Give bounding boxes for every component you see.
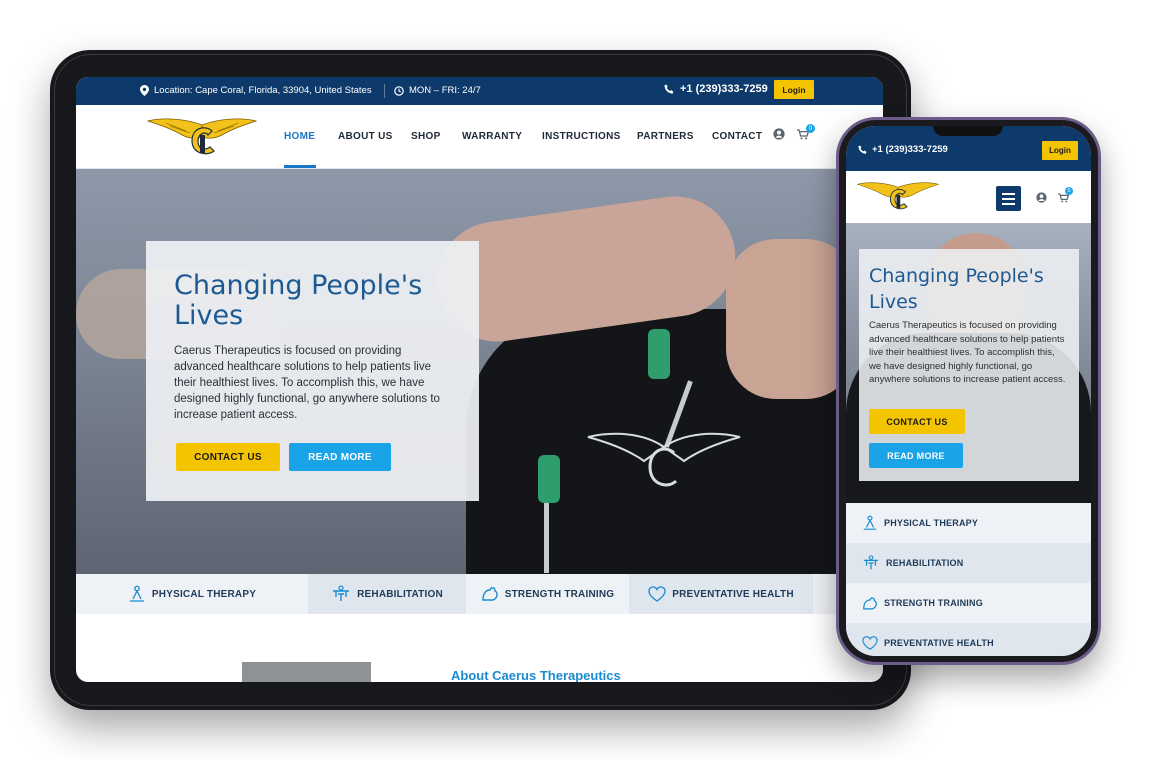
location-text: Location: Cape Coral, Florida, 33904, Un… xyxy=(154,85,372,96)
nav-partners[interactable]: PARTNERS xyxy=(637,131,694,142)
hours-text: MON – FRI: 24/7 xyxy=(409,85,481,96)
nav-active-indicator xyxy=(284,165,316,168)
user-icon[interactable] xyxy=(773,128,785,140)
contact-us-button[interactable]: CONTACT US xyxy=(869,409,965,434)
service-physical-therapy[interactable]: PHYSICAL THERAPY xyxy=(76,574,308,614)
read-more-button[interactable]: READ MORE xyxy=(289,443,391,471)
main-navbar: HOME ABOUT US SHOP WARRANTY INSTRUCTIONS… xyxy=(76,105,883,169)
service-rehabilitation[interactable]: REHABILITATION xyxy=(846,543,1091,583)
caerus-logo[interactable] xyxy=(856,181,940,213)
rehabilitation-icon xyxy=(863,555,879,570)
service-label: REHABILITATION xyxy=(886,558,964,568)
hero-photo-band xyxy=(648,329,670,379)
nav-warranty[interactable]: WARRANTY xyxy=(462,131,522,142)
service-label: STRENGTH TRAINING xyxy=(504,588,615,600)
user-icon[interactable] xyxy=(1036,192,1047,203)
service-preventative-health[interactable]: PREVENTATIVE HEALTH xyxy=(629,574,813,614)
top-info-bar: Location: Cape Coral, Florida, 33904, Un… xyxy=(76,77,883,105)
caerus-logo[interactable] xyxy=(146,117,258,159)
hours-info: MON – FRI: 24/7 xyxy=(394,85,481,96)
phone-notch xyxy=(933,126,1003,136)
contact-us-button[interactable]: CONTACT US xyxy=(176,443,280,471)
service-rehabilitation[interactable]: REHABILITATION xyxy=(308,574,466,614)
services-strip: PHYSICAL THERAPY REHABILITATION STRENGTH… xyxy=(76,574,883,614)
clock-icon xyxy=(394,85,404,96)
tablet-device: Location: Cape Coral, Florida, 33904, Un… xyxy=(50,50,911,710)
service-label: PHYSICAL THERAPY xyxy=(884,518,979,528)
service-label: REHABILITATION xyxy=(357,588,443,600)
service-physical-therapy[interactable]: PHYSICAL THERAPY xyxy=(846,503,1091,543)
login-button[interactable]: Login xyxy=(774,80,814,99)
service-preventative-health[interactable]: PREVENTATIVE HEALTH xyxy=(846,623,1091,656)
strength-training-icon xyxy=(863,596,877,609)
menu-icon[interactable] xyxy=(996,186,1021,211)
nav-home[interactable]: HOME xyxy=(284,131,315,142)
hero-section: Changing People's Lives Caerus Therapeut… xyxy=(76,169,883,574)
device-mockup-stage: Location: Cape Coral, Florida, 33904, Un… xyxy=(0,0,1150,759)
phone-icon xyxy=(664,84,674,94)
tablet-screen: Location: Cape Coral, Florida, 33904, Un… xyxy=(76,77,883,682)
service-strength-training[interactable]: STRENGTH TRAINING xyxy=(846,583,1091,623)
physical-therapy-icon xyxy=(129,585,144,602)
phone-screen: +1 (239)333-7259 Login 0 Changing People… xyxy=(846,126,1091,656)
preventative-health-icon xyxy=(648,586,666,602)
about-section-title: About Caerus Therapeutics xyxy=(451,668,621,682)
physical-therapy-icon xyxy=(863,515,877,530)
hero-photo-cord xyxy=(544,503,549,573)
hero-description: Caerus Therapeutics is focused on provid… xyxy=(174,345,440,421)
phone-hero-card: Changing People's Lives Caerus Therapeut… xyxy=(859,249,1079,481)
cart-count-badge: 0 xyxy=(806,124,815,133)
service-label: PREVENTATIVE HEALTH xyxy=(884,638,994,648)
divider xyxy=(384,84,385,98)
location-info: Location: Cape Coral, Florida, 33904, Un… xyxy=(140,85,372,96)
hero-title: Changing People's Lives xyxy=(869,265,1044,313)
hero-description: Caerus Therapeutics is focused on provid… xyxy=(869,320,1066,385)
read-more-button[interactable]: READ MORE xyxy=(869,443,963,468)
service-label: STRENGTH TRAINING xyxy=(884,598,983,608)
rehabilitation-icon xyxy=(333,585,350,601)
service-strength-training[interactable]: STRENGTH TRAINING xyxy=(466,574,629,614)
hero-card: Changing People's Lives Caerus Therapeut… xyxy=(146,241,479,501)
nav-about-us[interactable]: ABOUT US xyxy=(338,131,393,142)
about-image xyxy=(242,662,371,682)
phone-phone-link[interactable]: +1 (239)333-7259 xyxy=(858,144,948,155)
nav-instructions[interactable]: INSTRUCTIONS xyxy=(542,131,621,142)
phone-login-button[interactable]: Login xyxy=(1042,141,1078,160)
hero-photo-band xyxy=(538,455,560,503)
phone-hero-section: Changing People's Lives Caerus Therapeut… xyxy=(846,223,1091,503)
service-label: PREVENTATIVE HEALTH xyxy=(672,588,794,600)
phone-icon xyxy=(858,144,867,154)
preventative-health-icon xyxy=(862,636,878,650)
strength-training-icon xyxy=(482,587,498,601)
phone-navbar: 0 xyxy=(846,171,1091,223)
shirt-logo-graphic xyxy=(587,432,741,487)
nav-shop[interactable]: SHOP xyxy=(411,131,441,142)
cart-count-badge: 0 xyxy=(1065,187,1073,195)
location-pin-icon xyxy=(140,85,149,96)
phone-number: +1 (239)333-7259 xyxy=(872,144,948,155)
nav-contact[interactable]: CONTACT xyxy=(712,131,762,142)
hero-title: Changing People's Lives xyxy=(174,270,423,331)
phone-device: +1 (239)333-7259 Login 0 Changing People… xyxy=(836,117,1101,665)
service-label: PHYSICAL THERAPY xyxy=(151,588,257,600)
phone-link[interactable]: +1 (239)333-7259 xyxy=(664,83,768,95)
phone-number: +1 (239)333-7259 xyxy=(680,83,768,95)
